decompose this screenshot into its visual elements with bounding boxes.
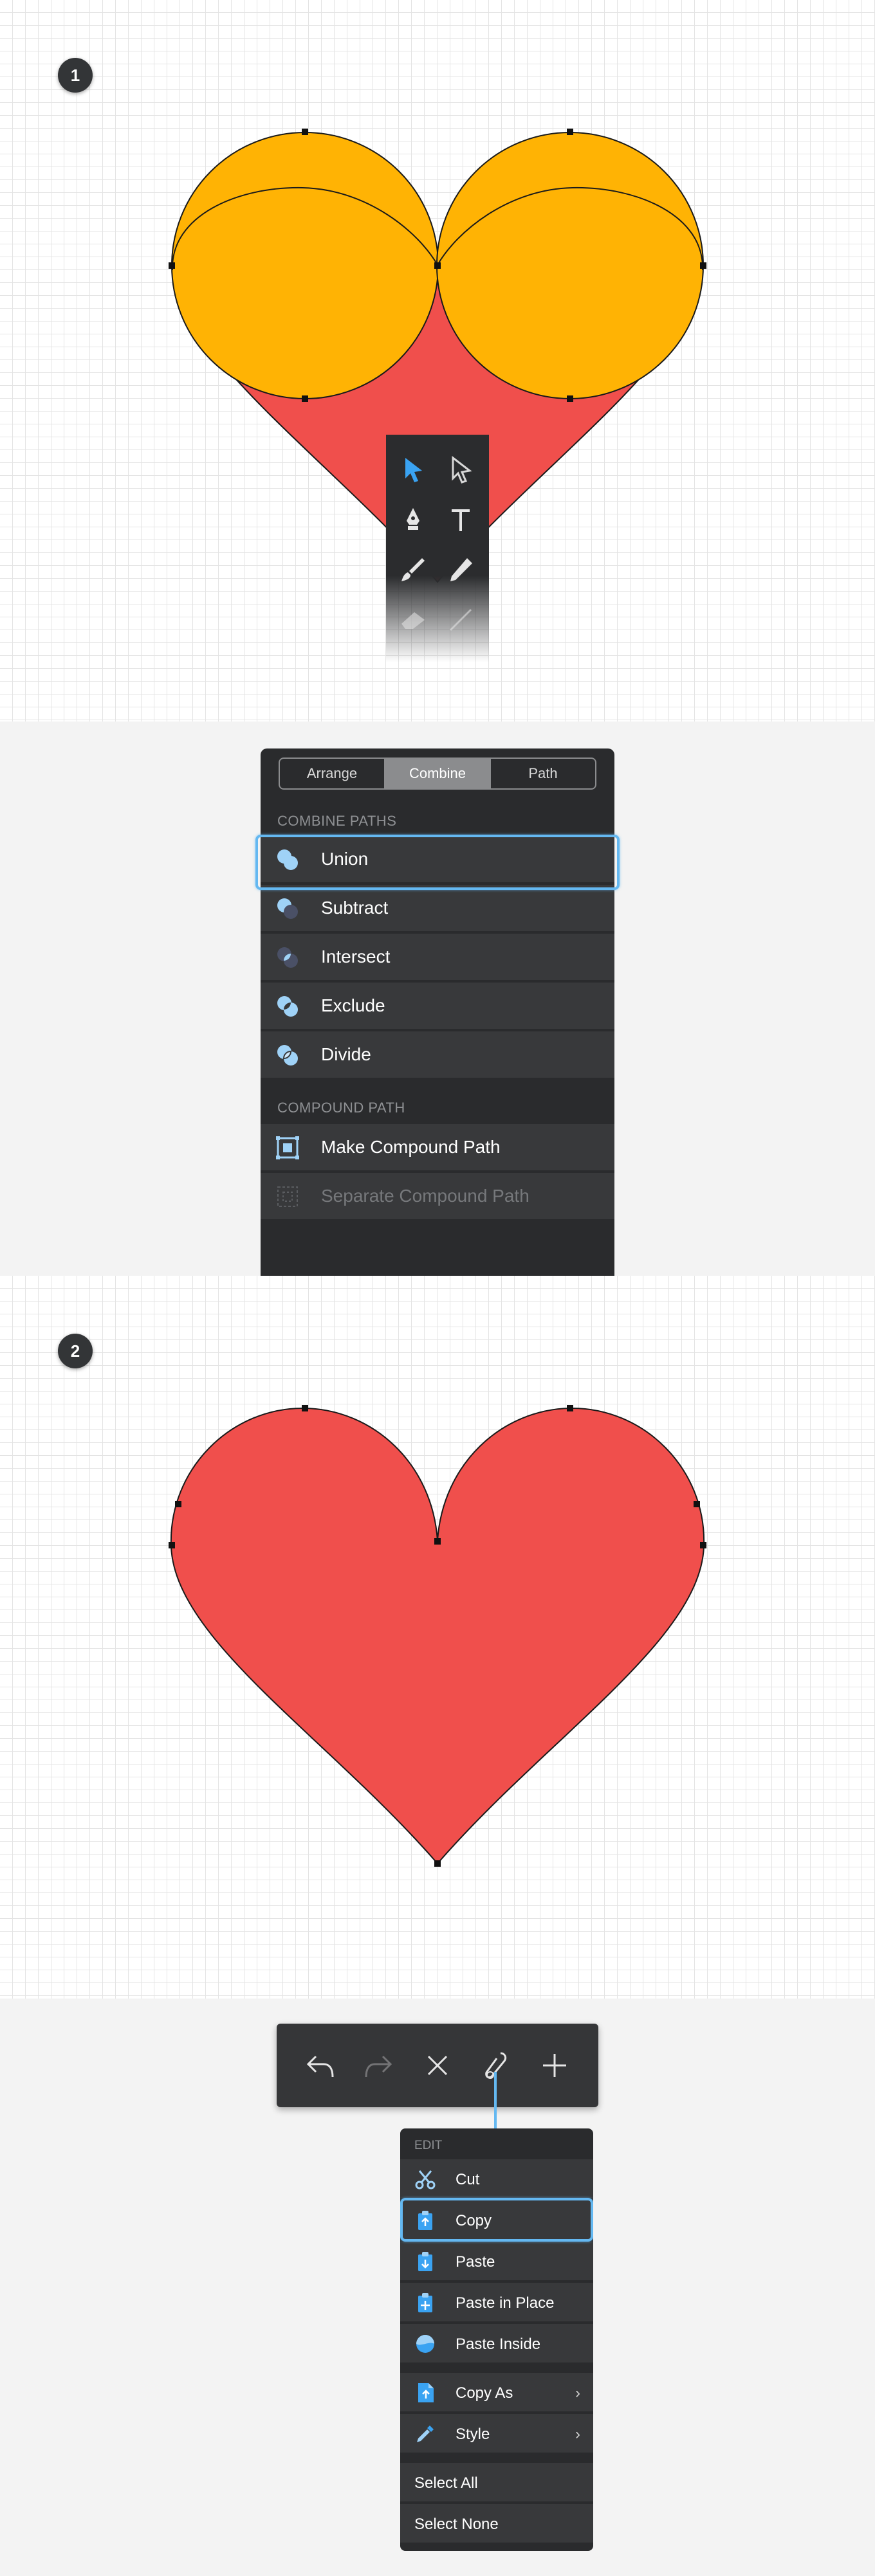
brush-tool-icon[interactable]: [394, 550, 432, 589]
edit-menu: EDIT Cut Copy Paste Paste in Place Paste…: [400, 2128, 593, 2551]
merged-heart-shape[interactable]: [170, 1407, 705, 1865]
eyedropper-icon: [417, 2426, 434, 2442]
chevron-right-icon: ›: [575, 2426, 580, 2443]
menu-item-label: Make Compound Path: [321, 1137, 501, 1157]
eraser-tool-icon[interactable]: [394, 601, 432, 639]
pencil-tool-icon[interactable]: [441, 550, 480, 589]
right-circle-shape[interactable]: [436, 132, 704, 399]
menu-item-label: Copy As: [456, 2384, 513, 2402]
menu-item-label: Divide: [321, 1044, 371, 1064]
exclude-icon: [277, 996, 298, 1017]
menu-item-label: Separate Compound Path: [321, 1186, 530, 1206]
select-arrow-icon[interactable]: [394, 450, 432, 489]
paste-in-place-icon: [418, 2293, 432, 2312]
divide-icon: [277, 1045, 298, 1066]
edit-menu-heading: EDIT: [414, 2139, 443, 2152]
menu-item-copy-as[interactable]: Copy As ›: [400, 2372, 593, 2411]
left-circle-shape[interactable]: [171, 132, 439, 399]
menu-item-subtract[interactable]: Subtract: [261, 884, 614, 931]
subtract-icon: [277, 898, 298, 919]
menu-item-label: Select All: [414, 2474, 478, 2492]
menu-item-select-all[interactable]: Select All: [400, 2462, 593, 2501]
canvas-step-2: 2: [0, 1276, 875, 1999]
redo-icon: [359, 2046, 398, 2085]
menu-item-label: Paste in Place: [456, 2294, 555, 2312]
menu-item-cut[interactable]: Cut: [400, 2158, 593, 2198]
copy-as-icon: [418, 2383, 434, 2402]
menu-item-label: Subtract: [321, 898, 389, 918]
menu-item-exclude[interactable]: Exclude: [261, 981, 614, 1029]
menu-item-divide[interactable]: Divide: [261, 1030, 614, 1078]
union-highlight: [255, 835, 620, 890]
menu-item-label: Intersect: [321, 947, 391, 966]
combine-panel: Arrange Combine Path COMBINE PATHS Union…: [255, 748, 620, 1276]
paste-icon: [418, 2252, 432, 2271]
connector-line: [494, 2072, 497, 2128]
tab-arrange[interactable]: Arrange: [280, 759, 385, 788]
menu-item-label: Style: [456, 2426, 490, 2443]
pen-tool-icon[interactable]: [394, 500, 432, 539]
menu-item-label: Cut: [456, 2171, 480, 2188]
undo-icon[interactable]: [301, 2046, 340, 2085]
menu-item-label: Select None: [414, 2516, 499, 2533]
menu-item-paste-in-place[interactable]: Paste in Place: [400, 2281, 593, 2321]
menu-item-label: Exclude: [321, 995, 385, 1015]
heart-artwork-step-2: [169, 1405, 706, 1867]
menu-item-paste[interactable]: Paste: [400, 2240, 593, 2280]
tab-combine[interactable]: Combine: [385, 759, 491, 788]
separate-compound-path-icon: [277, 1186, 298, 1207]
canvas-step-1: 1: [0, 0, 875, 721]
panel-tab-control: Arrange Combine Path: [279, 757, 596, 790]
tool-palette: [386, 435, 489, 662]
compound-path-heading: COMPOUND PATH: [277, 1100, 405, 1116]
menu-item-label: Paste: [456, 2253, 495, 2271]
text-tool-icon[interactable]: [441, 500, 480, 539]
menu-item-paste-inside[interactable]: Paste Inside: [400, 2323, 593, 2363]
add-icon[interactable]: [535, 2046, 574, 2085]
combine-paths-heading: COMBINE PATHS: [277, 813, 397, 829]
paste-inside-icon: [416, 2335, 434, 2353]
chevron-right-icon: ›: [575, 2384, 580, 2402]
menu-item-intersect[interactable]: Intersect: [261, 932, 614, 980]
make-compound-path-icon: [276, 1136, 299, 1159]
copy-highlight: [400, 2198, 593, 2242]
scissors-icon: [415, 2170, 436, 2190]
tab-path[interactable]: Path: [491, 759, 595, 788]
menu-item-style[interactable]: Style ›: [400, 2413, 593, 2453]
action-bar: [277, 2024, 598, 2107]
menu-item-make-compound-path[interactable]: Make Compound Path: [261, 1123, 614, 1170]
delete-icon[interactable]: [418, 2046, 457, 2085]
menu-item-select-none[interactable]: Select None: [400, 2503, 593, 2543]
line-tool-icon[interactable]: [441, 601, 480, 639]
menu-item-label: Paste Inside: [456, 2336, 541, 2353]
direct-select-arrow-icon[interactable]: [441, 450, 480, 489]
menu-item-separate-compound-path: Separate Compound Path: [261, 1172, 614, 1219]
intersect-icon: [277, 947, 298, 968]
